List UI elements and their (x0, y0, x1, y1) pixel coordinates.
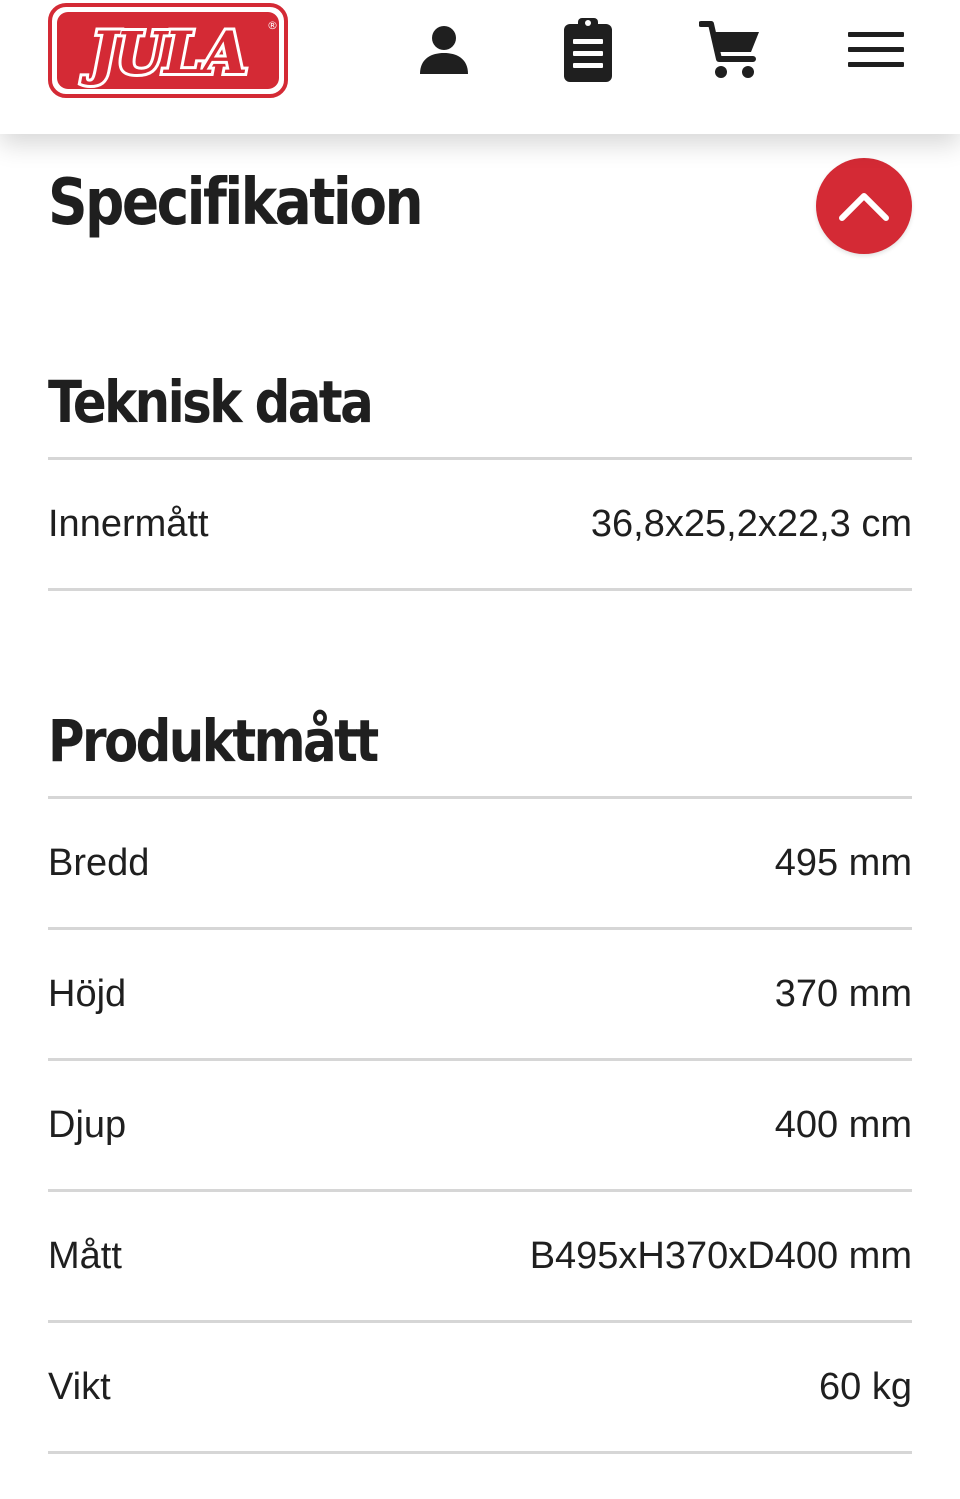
spec-row: Höjd 370 mm (48, 930, 912, 1061)
spec-row: Bredd 495 mm (48, 799, 912, 930)
chevron-up-icon (839, 193, 889, 221)
group-title: Teknisk data (48, 368, 374, 436)
spec-table: Bredd 495 mm Höjd 370 mm Djup 400 mm Måt… (48, 796, 912, 1454)
shopping-list-button[interactable] (556, 14, 620, 86)
jula-logo[interactable]: JULA JULA ® (48, 3, 288, 98)
logo-registered-mark: ® (267, 19, 278, 32)
menu-button[interactable] (844, 14, 908, 86)
spec-value: 36,8x25,2x22,3 cm (590, 502, 912, 545)
group-title: Produktmått (48, 707, 379, 775)
spec-label: Bredd (48, 841, 150, 884)
cart-button[interactable] (698, 14, 762, 86)
spec-value: 370 mm (774, 972, 912, 1015)
specification-title: Specifikation (48, 166, 424, 240)
spec-value: 60 kg (819, 1365, 912, 1408)
spec-group-teknisk-data: Teknisk data Innermått 36,8x25,2x22,3 cm (48, 347, 912, 591)
spec-group-produktmatt: Produktmått Bredd 495 mm Höjd 370 mm Dju… (48, 686, 912, 1454)
site-header: JULA JULA ® (0, 0, 960, 134)
spec-value: 400 mm (774, 1103, 912, 1146)
spec-row: Djup 400 mm (48, 1061, 912, 1192)
cart-icon (699, 21, 759, 78)
spec-value: 495 mm (774, 841, 912, 884)
logo-text: JULA (80, 19, 246, 87)
spec-label: Djup (48, 1103, 127, 1146)
menu-icon (848, 32, 904, 67)
spec-row: Innermått 36,8x25,2x22,3 cm (48, 460, 912, 591)
spec-label: Vikt (48, 1365, 111, 1408)
collapse-specification-button[interactable] (816, 158, 912, 254)
spec-label: Mått (48, 1234, 122, 1277)
spec-value: B495xH370xD400 mm (529, 1234, 912, 1277)
specification-panel: Specifikation Teknisk data Innermått 36,… (48, 134, 912, 1454)
spec-label: Höjd (48, 972, 127, 1015)
account-button[interactable] (412, 14, 476, 86)
spec-table: Innermått 36,8x25,2x22,3 cm (48, 457, 912, 591)
spec-label: Innermått (48, 502, 209, 545)
shopping-list-icon (564, 18, 612, 82)
spec-row: Vikt 60 kg (48, 1323, 912, 1454)
specification-header[interactable]: Specifikation (48, 134, 912, 279)
account-icon (420, 26, 468, 74)
spec-row: Mått B495xH370xD400 mm (48, 1192, 912, 1323)
